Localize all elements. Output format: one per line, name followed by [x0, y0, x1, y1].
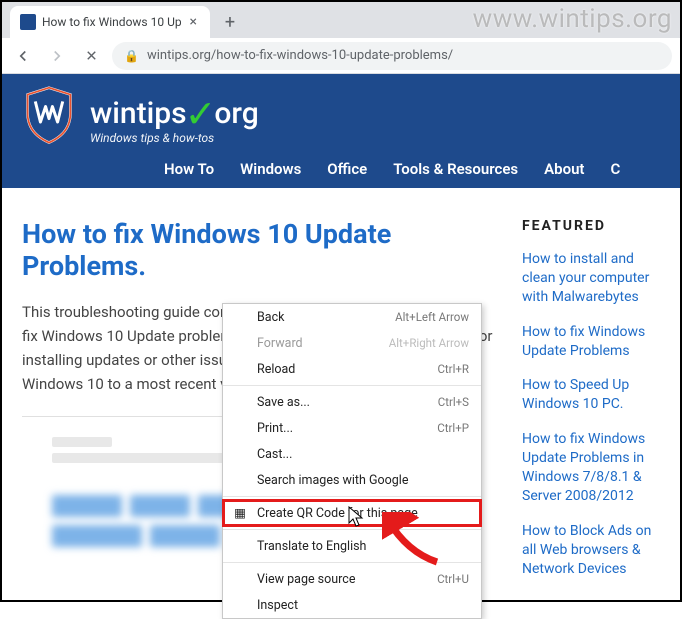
stop-button[interactable]	[78, 43, 104, 69]
featured-link[interactable]: How to fix Windows Update Problems	[522, 323, 660, 361]
nav-tools[interactable]: Tools & Resources	[393, 160, 518, 178]
menu-item-shortcut: Ctrl+S	[438, 395, 469, 409]
lock-icon: 🔒	[124, 49, 139, 63]
menu-separator	[223, 529, 481, 530]
nav-howto[interactable]: How To	[164, 160, 214, 178]
menu-item-shortcut: Ctrl+R	[437, 362, 469, 376]
menu-item-print[interactable]: Print... Ctrl+P	[223, 415, 481, 441]
menu-item-cast[interactable]: Cast...	[223, 441, 481, 467]
watermark-text: www.wintips.org	[473, 4, 672, 34]
featured-link[interactable]: How to fix Windows Update Problems in Wi…	[522, 430, 660, 506]
menu-item-save-as[interactable]: Save as... Ctrl+S	[223, 389, 481, 415]
nav-about[interactable]: About	[544, 160, 584, 178]
menu-item-shortcut: Alt+Left Arrow	[395, 310, 469, 324]
forward-button[interactable]	[44, 43, 70, 69]
context-menu: Back Alt+Left Arrow Forward Alt+Right Arrow…	[222, 303, 482, 619]
qr-icon: ▦	[232, 505, 248, 521]
tagline-text: Windows tips & how-tos	[90, 131, 259, 145]
menu-item-label: Inspect	[257, 598, 298, 613]
menu-separator	[223, 562, 481, 563]
logo-icon	[22, 86, 76, 146]
menu-item-label: Cast...	[257, 447, 292, 462]
tab-title: How to fix Windows 10 Update P	[42, 15, 181, 29]
brand-text: wintips✓org	[90, 88, 259, 133]
back-button[interactable]	[10, 43, 36, 69]
site-header: wintips✓org Windows tips & how-tos How T…	[2, 74, 680, 188]
main-nav: How To Windows Office Tools & Resources …	[22, 152, 660, 188]
featured-heading: FEATURED	[522, 218, 660, 234]
nav-windows[interactable]: Windows	[240, 160, 301, 178]
menu-item-label: View page source	[257, 572, 355, 587]
address-bar[interactable]: 🔒 wintips.org/how-to-fix-windows-10-upda…	[112, 42, 672, 70]
menu-item-label: Reload	[257, 362, 295, 377]
menu-item-forward: Forward Alt+Right Arrow	[223, 330, 481, 356]
menu-item-inspect[interactable]: Inspect	[223, 592, 481, 618]
menu-item-view-page-source[interactable]: View page source Ctrl+U	[223, 566, 481, 592]
browser-toolbar: 🔒 wintips.org/how-to-fix-windows-10-upda…	[2, 38, 680, 74]
featured-link[interactable]: How to Block Ads on all Web browsers & N…	[522, 522, 660, 579]
nav-office[interactable]: Office	[327, 160, 367, 178]
menu-item-create-qr-code-for-this-page[interactable]: ▦ Create QR Code for this page	[223, 500, 481, 526]
new-tab-button[interactable]: +	[216, 8, 244, 36]
menu-separator	[223, 385, 481, 386]
featured-link[interactable]: How to Speed Up Windows 10 PC.	[522, 376, 660, 414]
menu-item-label: Forward	[257, 336, 303, 351]
featured-link[interactable]: How to install and clean your computer w…	[522, 250, 660, 307]
menu-item-label: Search images with Google	[257, 473, 408, 488]
menu-item-back[interactable]: Back Alt+Left Arrow	[223, 304, 481, 330]
menu-item-translate-to-english[interactable]: Translate to English	[223, 533, 481, 559]
menu-item-shortcut: Ctrl+P	[437, 421, 469, 435]
menu-item-shortcut: Alt+Right Arrow	[389, 336, 469, 350]
menu-item-label: Back	[257, 310, 284, 325]
menu-item-label: Create QR Code for this page	[257, 506, 418, 521]
nav-more[interactable]: C	[610, 160, 620, 178]
menu-item-reload[interactable]: Reload Ctrl+R	[223, 356, 481, 382]
url-text: wintips.org/how-to-fix-windows-10-update…	[147, 48, 453, 63]
menu-item-label: Print...	[257, 421, 293, 436]
menu-item-search-images-with-google[interactable]: Search images with Google	[223, 467, 481, 493]
close-icon[interactable]: ×	[187, 14, 200, 30]
menu-item-shortcut: Ctrl+U	[437, 572, 469, 586]
menu-item-label: Translate to English	[257, 539, 366, 554]
page-title: How to fix Windows 10 Update Problems.	[22, 218, 494, 282]
menu-separator	[223, 496, 481, 497]
favicon-icon	[20, 14, 36, 30]
menu-item-label: Save as...	[257, 395, 310, 410]
browser-tab[interactable]: How to fix Windows 10 Update P ×	[10, 6, 210, 38]
